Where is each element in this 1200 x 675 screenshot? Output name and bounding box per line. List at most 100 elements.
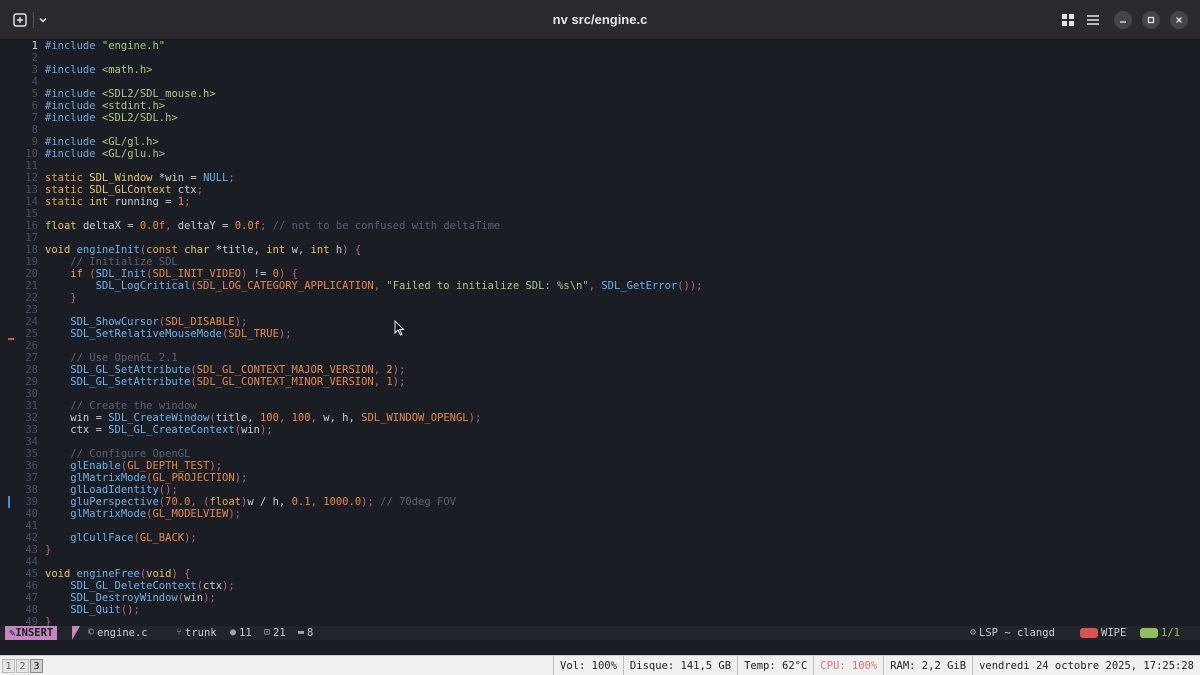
- code-line[interactable]: 30: [0, 388, 1200, 400]
- code-line[interactable]: 36 glEnable(GL_DEPTH_TEST);: [0, 460, 1200, 472]
- code-line[interactable]: 17: [0, 232, 1200, 244]
- code-line[interactable]: 2: [0, 52, 1200, 64]
- line-text[interactable]: SDL_LogCritical(SDL_LOG_CATEGORY_APPLICA…: [45, 280, 703, 292]
- code-line[interactable]: 40 glMatrixMode(GL_MODELVIEW);: [0, 508, 1200, 520]
- line-text[interactable]: #include <GL/glu.h>: [45, 148, 165, 160]
- code-line[interactable]: 44: [0, 556, 1200, 568]
- code-line[interactable]: 4: [0, 76, 1200, 88]
- workspace-2[interactable]: 2: [16, 659, 29, 673]
- line-text[interactable]: void engineInit(const char *title, int w…: [45, 244, 361, 256]
- line-text[interactable]: float deltaX = 0.0f, deltaY = 0.0f; // n…: [45, 220, 500, 232]
- code-line[interactable]: 5 #include <SDL2/SDL_mouse.h>: [0, 88, 1200, 100]
- code-line[interactable]: 8: [0, 124, 1200, 136]
- code-line[interactable]: 1 #include "engine.h": [0, 40, 1200, 52]
- line-text[interactable]: static SDL_GLContext ctx;: [45, 184, 203, 196]
- code-line[interactable]: 13 static SDL_GLContext ctx;: [0, 184, 1200, 196]
- code-line[interactable]: 24 SDL_ShowCursor(SDL_DISABLE);: [0, 316, 1200, 328]
- code-line[interactable]: 25 SDL_SetRelativeMouseMode(SDL_TRUE);: [0, 328, 1200, 340]
- line-text[interactable]: if (SDL_Init(SDL_INIT_VIDEO) != 0) {: [45, 268, 298, 280]
- line-text[interactable]: // Configure OpenGL: [45, 448, 190, 460]
- code-line[interactable]: 43}: [0, 544, 1200, 556]
- line-text[interactable]: win = SDL_CreateWindow(title, 100, 100, …: [45, 412, 481, 424]
- line-text[interactable]: #include <math.h>: [45, 64, 152, 76]
- line-text[interactable]: static SDL_Window *win = NULL;: [45, 172, 235, 184]
- code-line[interactable]: 19 // Initialize SDL: [0, 256, 1200, 268]
- code-line[interactable]: 12 static SDL_Window *win = NULL;: [0, 172, 1200, 184]
- line-text[interactable]: }: [45, 544, 51, 556]
- code-line[interactable]: 16 float deltaX = 0.0f, deltaY = 0.0f; //…: [0, 220, 1200, 232]
- code-line[interactable]: 32 win = SDL_CreateWindow(title, 100, 10…: [0, 412, 1200, 424]
- menu-icon[interactable]: [1083, 10, 1103, 30]
- code-line[interactable]: 42 glCullFace(GL_BACK);: [0, 532, 1200, 544]
- line-text[interactable]: // Use OpenGL 2.1: [45, 352, 177, 364]
- line-text[interactable]: }: [45, 292, 76, 304]
- code-line[interactable]: 10 #include <GL/glu.h>: [0, 148, 1200, 160]
- line-text[interactable]: }: [45, 616, 51, 626]
- grid-view-icon[interactable]: [1058, 10, 1078, 30]
- line-text[interactable]: gluPerspective(70.0, (float)w / h, 0.1, …: [45, 496, 456, 508]
- code-line[interactable]: 9 #include <GL/gl.h>: [0, 136, 1200, 148]
- code-line[interactable]: 41: [0, 520, 1200, 532]
- line-text[interactable]: #include <SDL2/SDL.h>: [45, 112, 178, 124]
- line-number: 12: [25, 172, 38, 184]
- close-button[interactable]: [1170, 11, 1188, 29]
- line-text[interactable]: #include "engine.h": [45, 40, 165, 52]
- editor-pane[interactable]: 1 #include "engine.h" 2 3 #include <math.h> 4…: [0, 40, 1200, 626]
- code-line[interactable]: 49}: [0, 616, 1200, 626]
- code-line[interactable]: 14 static int running = 1;: [0, 196, 1200, 208]
- command-line[interactable]: [0, 640, 1200, 655]
- line-text[interactable]: SDL_DestroyWindow(win);: [45, 592, 215, 604]
- line-text[interactable]: glMatrixMode(GL_PROJECTION);: [45, 472, 247, 484]
- code-line[interactable]: 22 }: [0, 292, 1200, 304]
- code-line[interactable]: 18 void engineInit(const char *title, int…: [0, 244, 1200, 256]
- line-text[interactable]: #include <SDL2/SDL_mouse.h>: [45, 88, 216, 100]
- maximize-button[interactable]: [1142, 11, 1160, 29]
- workspace-1[interactable]: 1: [2, 659, 15, 673]
- code-line[interactable]: 29 SDL_GL_SetAttribute(SDL_GL_CONTEXT_MI…: [0, 376, 1200, 388]
- volume-status[interactable]: Vol: 100%: [553, 656, 623, 675]
- line-text[interactable]: glMatrixMode(GL_MODELVIEW);: [45, 508, 241, 520]
- code-line[interactable]: 47 SDL_DestroyWindow(win);: [0, 592, 1200, 604]
- code-line[interactable]: 48 SDL_Quit();: [0, 604, 1200, 616]
- code-line[interactable]: 33 ctx = SDL_GL_CreateContext(win);: [0, 424, 1200, 436]
- line-text[interactable]: #include <GL/gl.h>: [45, 136, 159, 148]
- code-line[interactable]: 20 if (SDL_Init(SDL_INIT_VIDEO) != 0) {: [0, 268, 1200, 280]
- line-text[interactable]: glEnable(GL_DEPTH_TEST);: [45, 460, 222, 472]
- code-line[interactable]: 28 SDL_GL_SetAttribute(SDL_GL_CONTEXT_MA…: [0, 364, 1200, 376]
- line-text[interactable]: SDL_Quit();: [45, 604, 140, 616]
- line-text[interactable]: glCullFace(GL_BACK);: [45, 532, 196, 544]
- code-line[interactable]: 11: [0, 160, 1200, 172]
- code-line[interactable]: 38 glLoadIdentity();: [0, 484, 1200, 496]
- code-line[interactable]: 23: [0, 304, 1200, 316]
- code-line[interactable]: 34: [0, 436, 1200, 448]
- line-text[interactable]: glLoadIdentity();: [45, 484, 177, 496]
- line-text[interactable]: static int running = 1;: [45, 196, 190, 208]
- line-text[interactable]: void engineFree(void) {: [45, 568, 190, 580]
- line-text[interactable]: // Initialize SDL: [45, 256, 177, 268]
- code-line[interactable]: 7 #include <SDL2/SDL.h>: [0, 112, 1200, 124]
- line-text[interactable]: SDL_GL_SetAttribute(SDL_GL_CONTEXT_MAJOR…: [45, 364, 405, 376]
- code-line[interactable]: 35 // Configure OpenGL: [0, 448, 1200, 460]
- line-text[interactable]: SDL_ShowCursor(SDL_DISABLE);: [45, 316, 247, 328]
- code-line[interactable]: 15: [0, 208, 1200, 220]
- line-text[interactable]: SDL_GL_SetAttribute(SDL_GL_CONTEXT_MINOR…: [45, 376, 405, 388]
- code-line[interactable]: 31 // Create the window: [0, 400, 1200, 412]
- code-line[interactable]: 26: [0, 340, 1200, 352]
- line-text[interactable]: SDL_GL_DeleteContext(ctx);: [45, 580, 234, 592]
- code-line[interactable]: 3 #include <math.h>: [0, 64, 1200, 76]
- code-line[interactable]: 45 void engineFree(void) {: [0, 568, 1200, 580]
- line-number: 28: [25, 364, 38, 376]
- code-line[interactable]: 6 #include <stdint.h>: [0, 100, 1200, 112]
- minimize-button[interactable]: [1114, 11, 1132, 29]
- workspace-3[interactable]: 3: [30, 659, 43, 673]
- code-line[interactable]: 21 SDL_LogCritical(SDL_LOG_CATEGORY_APPL…: [0, 280, 1200, 292]
- line-text[interactable]: // Create the window: [45, 400, 196, 412]
- code-line[interactable]: 37 glMatrixMode(GL_PROJECTION);: [0, 472, 1200, 484]
- line-text[interactable]: #include <stdint.h>: [45, 100, 165, 112]
- code-buffer[interactable]: 1 #include "engine.h" 2 3 #include <math.h> 4…: [0, 40, 1200, 626]
- code-line[interactable]: 46 SDL_GL_DeleteContext(ctx);: [0, 580, 1200, 592]
- code-line[interactable]: 27 // Use OpenGL 2.1: [0, 352, 1200, 364]
- code-line[interactable]: 39 gluPerspective(70.0, (float)w / h, 0.…: [0, 496, 1200, 508]
- line-text[interactable]: SDL_SetRelativeMouseMode(SDL_TRUE);: [45, 328, 291, 340]
- line-text[interactable]: ctx = SDL_GL_CreateContext(win);: [45, 424, 272, 436]
